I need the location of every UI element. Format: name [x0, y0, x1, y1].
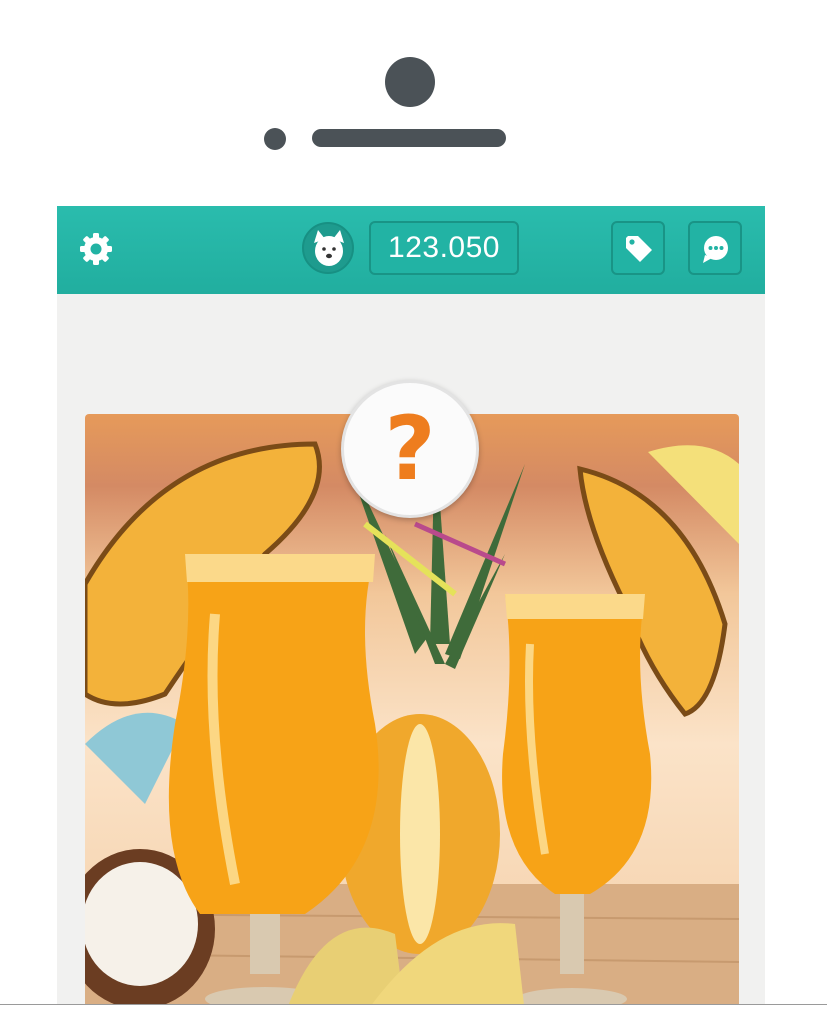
- gear-icon: [80, 233, 112, 265]
- app-screen: 123.050: [57, 206, 765, 1004]
- coin-balance: 123.050: [369, 221, 519, 275]
- dog-avatar-icon: [314, 230, 344, 266]
- shop-button[interactable]: [611, 221, 665, 275]
- divider: [0, 1004, 827, 1005]
- chat-bubble-icon: [703, 236, 728, 263]
- top-bar: 123.050: [57, 206, 765, 294]
- avatar[interactable]: [302, 222, 354, 274]
- hint-button[interactable]: ?: [341, 380, 479, 518]
- earpiece-speaker: [312, 129, 506, 147]
- price-tag-icon: [626, 236, 652, 262]
- settings-button[interactable]: [77, 230, 115, 268]
- proximity-sensor: [264, 128, 286, 150]
- front-camera: [385, 57, 435, 107]
- chat-button[interactable]: [688, 221, 742, 275]
